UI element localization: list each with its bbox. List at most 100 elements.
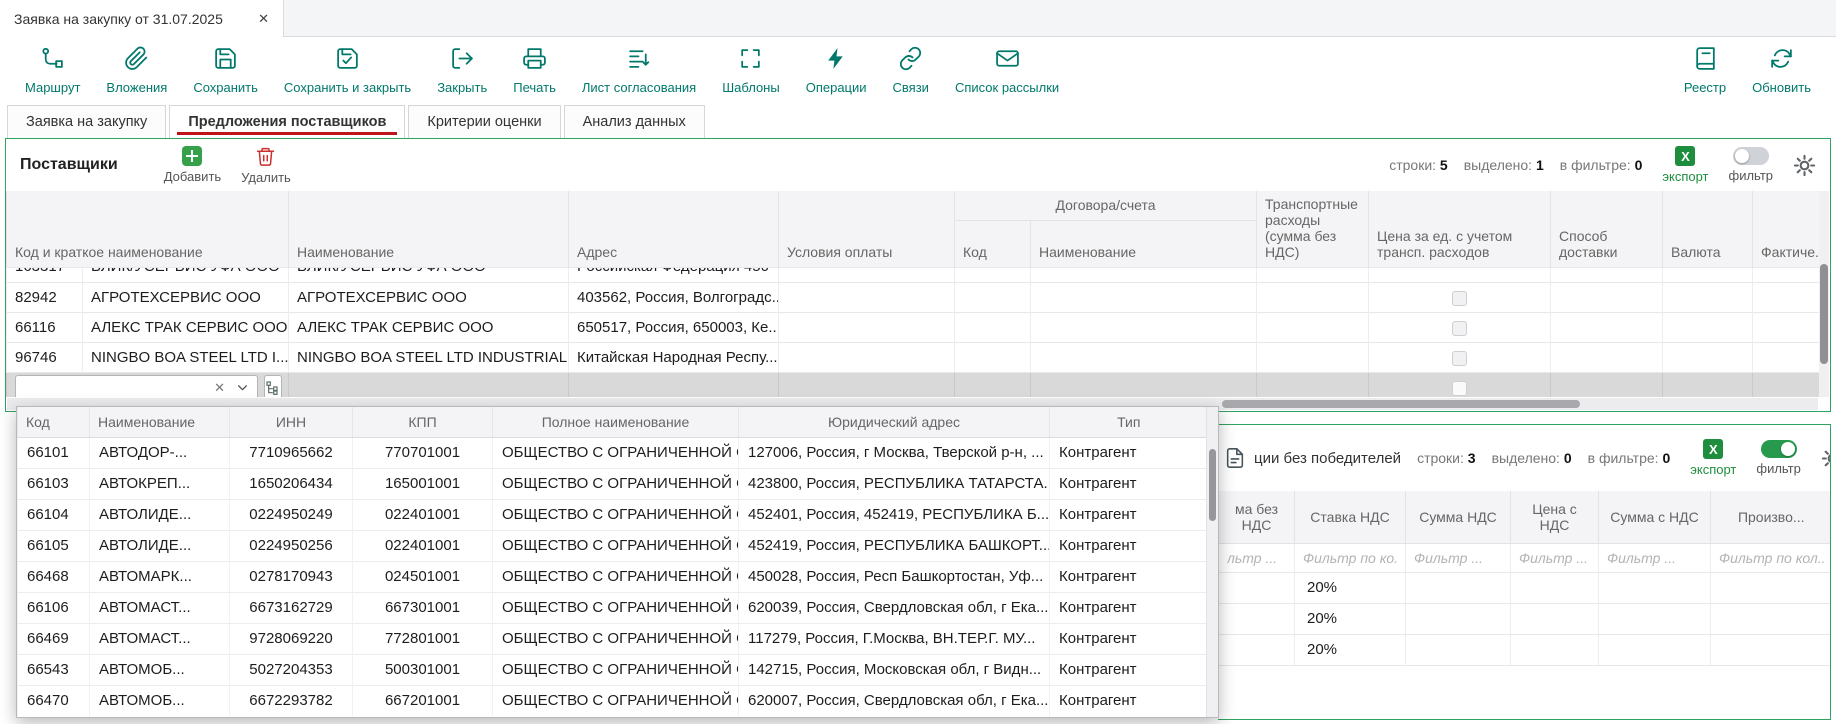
chain-link-icon [898,46,923,76]
tab-evaluation-criteria[interactable]: Критерии оценки [408,105,560,139]
col-type[interactable]: Тип [1050,407,1208,437]
col-payment-terms[interactable]: Условия оплаты [779,191,955,268]
unit-price-checkbox[interactable] [1452,321,1467,336]
close-button[interactable]: Закрыть [424,46,500,95]
col-price-with-vat[interactable]: Цена с НДС [1511,491,1599,543]
lookup-row: 66469АВТОМАСТ... 9728069220772801001 ОБЩ… [18,623,1208,654]
col-vat-rate[interactable]: Ставка НДС [1295,491,1406,543]
col-sum-no-vat[interactable]: ма без НДС [1219,491,1295,543]
suppliers-grid-stats: строки: 5 выделено: 1 в фильтре: 0 [1389,157,1642,173]
filter-input[interactable] [1511,544,1598,572]
supplier-lookup-input[interactable] [23,380,207,396]
approval-sheet-button[interactable]: Лист согласования [569,46,709,95]
registry-button[interactable]: Реестр [1671,46,1739,95]
filter-input[interactable] [1711,544,1831,572]
filter-input[interactable] [1295,544,1405,572]
col-code[interactable]: Код [18,407,90,437]
col-kpp[interactable]: КПП [353,407,493,437]
templates-button[interactable]: Шаблоны [709,46,793,95]
vertical-scrollbar[interactable] [1819,191,1829,397]
operations-button[interactable]: Операции [793,46,880,95]
col-actual[interactable]: Фактиче... [1753,191,1819,268]
document-tab-strip: Заявка на закупку от 31.07.2025 ✕ [0,0,1836,37]
unit-price-checkbox[interactable] [1452,351,1467,366]
delete-button[interactable]: Удалить [241,146,291,185]
templates-icon [738,46,763,76]
envelope-icon [995,46,1020,76]
positions-title: ции без победителей [1224,447,1401,469]
col-address[interactable]: Адрес [569,191,779,268]
hierarchy-button[interactable] [264,375,282,397]
filter-toggle[interactable] [1733,147,1769,165]
approval-sheet-icon [627,46,652,76]
lookup-row: 66105АВТОЛИДЕ... 0224950256022401001 ОБЩ… [18,530,1208,561]
col-contract-code[interactable]: Код [955,220,1031,267]
col-name[interactable]: Наименование [289,191,569,268]
scrollbar-thumb[interactable] [1209,449,1216,521]
col-full-name[interactable]: Полное наименование [493,407,739,437]
filter-toggle-group: фильтр [1756,440,1800,476]
gear-icon[interactable] [1821,447,1831,470]
document-tab[interactable]: Заявка на закупку от 31.07.2025 ✕ [0,0,284,37]
export-excel-button[interactable]: X экспорт [1690,439,1736,477]
col-transport-costs[interactable]: Транспортные расходы (сумма без НДС) [1257,191,1369,268]
col-contract-name[interactable]: Наименование [1031,220,1257,267]
clear-icon[interactable]: ✕ [207,380,232,396]
unit-price-checkbox[interactable] [1452,291,1467,306]
col-code-short-name[interactable]: Код и краткое наименование [7,191,289,268]
save-button[interactable]: Сохранить [180,46,271,95]
col-currency[interactable]: Валюта [1663,191,1753,268]
col-manufacturer[interactable]: Произво... [1711,491,1832,543]
suppliers-panel: Поставщики Добавить Удалить строки: 5 вы… [5,138,1831,412]
export-excel-button[interactable]: X экспорт [1662,146,1708,184]
filter-input[interactable] [1406,544,1510,572]
save-and-close-button[interactable]: Сохранить и закрыть [271,46,424,95]
save-and-close-icon [335,46,360,76]
chevron-down-icon[interactable] [232,381,253,394]
col-name[interactable]: Наименование [90,407,230,437]
scrollbar-thumb[interactable] [1222,400,1580,408]
attachments-button[interactable]: Вложения [93,46,180,95]
positions-grid: ма без НДС Ставка НДС Сумма НДС Цена с Н… [1218,491,1831,666]
col-group-contracts[interactable]: Договора/счета [955,191,1257,220]
trash-icon [255,146,276,167]
save-icon [213,46,238,76]
mailing-list-button[interactable]: Список рассылки [942,46,1072,95]
lookup-row: 66106АВТОМАСТ... 6673162729667301001 ОБЩ… [18,592,1208,623]
document-tab-title: Заявка на закупку от 31.07.2025 [14,11,223,27]
links-button[interactable]: Связи [880,46,942,95]
col-inn[interactable]: ИНН [230,407,353,437]
table-row: 20% [1219,603,1832,634]
col-sum-with-vat[interactable]: Сумма с НДС [1599,491,1711,543]
supplier-lookup-combobox[interactable]: ✕ [15,375,258,397]
col-unit-price[interactable]: Цена за ед. с учетом трансп. расходов [1369,191,1551,268]
positions-panel-header: ции без победителей строки: 3 выделено: … [1218,425,1830,491]
tab-purchase-request[interactable]: Заявка на закупку [7,105,166,139]
filter-input[interactable] [1599,544,1710,572]
registry-icon [1693,46,1718,76]
col-delivery-method[interactable]: Способ доставки [1551,191,1663,268]
scrollbar-thumb[interactable] [1820,264,1828,364]
col-legal-address[interactable]: Юридический адрес [739,407,1050,437]
table-row: 20% [1219,572,1832,603]
add-button[interactable]: Добавить [164,146,221,184]
paperclip-icon [124,46,149,76]
filter-toggle-group: фильтр [1729,147,1773,183]
print-button[interactable]: Печать [500,46,569,95]
lightning-icon [824,46,849,76]
close-icon[interactable]: ✕ [258,11,269,27]
vertical-scrollbar[interactable] [1206,407,1218,717]
filter-input[interactable] [1219,544,1294,572]
tab-data-analysis[interactable]: Анализ данных [564,105,705,139]
table-row-clipped: 163317 ВЛИК/УСЕРВИС УФА ООО ВЛИК/УСЕРВИС… [7,268,1820,283]
refresh-button[interactable]: Обновить [1739,46,1824,95]
tab-supplier-offers[interactable]: Предложения поставщиков [169,105,405,139]
unit-price-checkbox[interactable] [1452,381,1467,396]
filter-toggle[interactable] [1761,440,1797,458]
gear-icon[interactable] [1793,154,1816,177]
main-toolbar: Маршрут Вложения Сохранить Сохранить и з… [0,37,1836,103]
suppliers-title: Поставщики [20,156,118,174]
col-vat-sum[interactable]: Сумма НДС [1406,491,1511,543]
route-button[interactable]: Маршрут [12,46,93,95]
excel-icon: X [1675,146,1695,166]
